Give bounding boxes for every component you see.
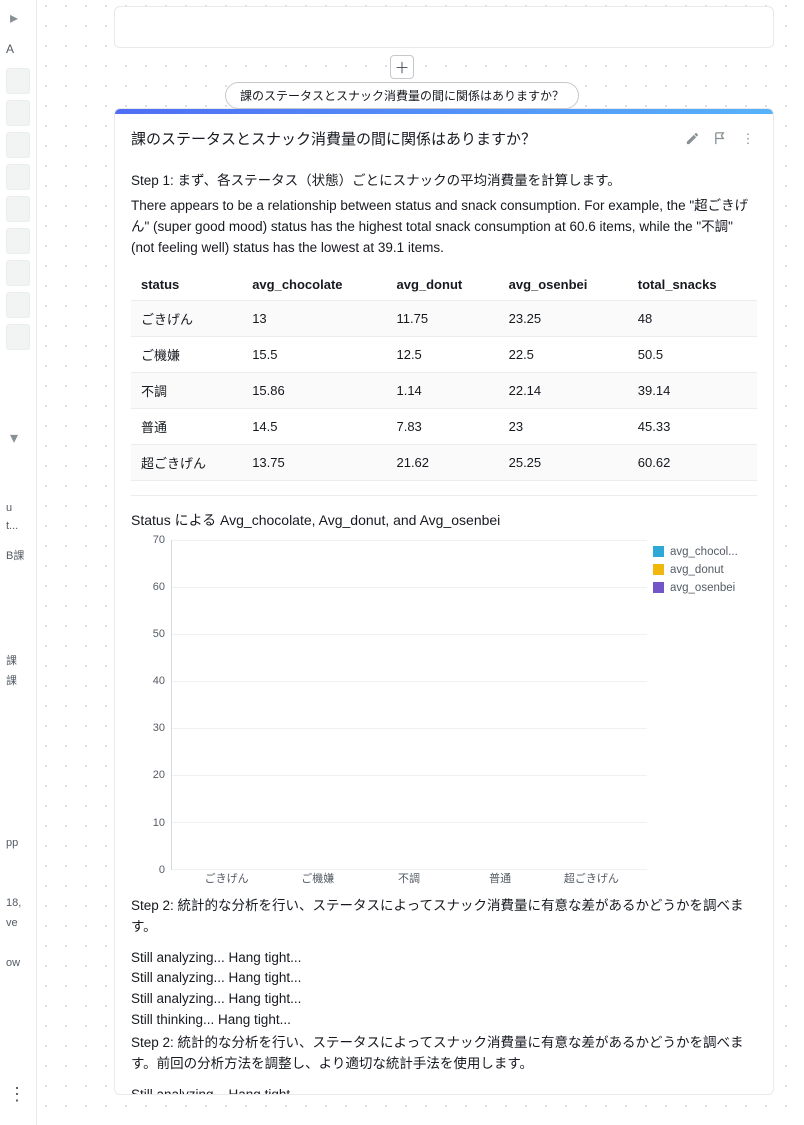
chart-x-axis: ごきげん ご機嫌 不調 普通 超ごきげん	[171, 870, 647, 886]
x-tick-label: 超ごきげん	[559, 870, 623, 886]
step1-heading: Step 1: まず、各ステータス（状態）ごとにスナックの平均消費量を計算します…	[131, 171, 757, 192]
table-cell: 普通	[131, 408, 242, 444]
table-cell: 23.25	[499, 300, 628, 336]
chart-title: Status による Avg_chocolate, Avg_donut, and…	[131, 510, 757, 530]
chart-plot-area	[171, 540, 647, 870]
panel-fragment: ow	[0, 955, 46, 971]
panel-label-a: A	[0, 36, 36, 62]
panel-item[interactable]	[6, 228, 30, 254]
legend-item: avg_donut	[653, 564, 757, 576]
table-cell: 15.5	[242, 336, 386, 372]
chart-y-axis: 010203040506070	[131, 540, 171, 870]
panel-item[interactable]	[6, 196, 30, 222]
table-cell: ご機嫌	[131, 336, 242, 372]
table-cell: 45.33	[628, 408, 757, 444]
legend-item: avg_osenbei	[653, 582, 757, 594]
progress-line: Still analyzing... Hang tight...	[131, 1085, 757, 1094]
x-tick-label: ご機嫌	[286, 870, 350, 886]
step2b-text: Step 2: 統計的な分析を行い、ステータスによってスナック消費量に有意な差が…	[131, 1033, 757, 1075]
panel-fragment: B課	[0, 545, 46, 565]
chart-container: Status による Avg_chocolate, Avg_donut, and…	[131, 495, 757, 886]
left-side-panel: ▸ A ▾ u t... B課 課 課 pp 18, ve ow ⋮	[0, 0, 37, 1125]
step2-text: Step 2: 統計的な分析を行い、ステータスによってスナック消費量に有意な差が…	[131, 896, 757, 938]
panel-fragment: 18,	[0, 895, 46, 911]
previous-card-outline	[114, 6, 774, 48]
legend-item: avg_chocol...	[653, 546, 757, 558]
panel-fragment: pp	[0, 835, 46, 851]
table-header: avg_osenbei	[499, 269, 628, 301]
card-title: 課のステータスとスナック消費量の間に関係はありますか？	[131, 128, 673, 149]
table-cell: 不調	[131, 372, 242, 408]
table-header: avg_donut	[386, 269, 498, 301]
panel-fragment: 課	[0, 650, 46, 670]
table-cell: 12.5	[386, 336, 498, 372]
table-row: 不調15.861.1422.1439.14	[131, 372, 757, 408]
table-row: ご機嫌15.512.522.550.5	[131, 336, 757, 372]
table-cell: 21.62	[386, 444, 498, 480]
table-cell: 60.62	[628, 444, 757, 480]
table-row: 普通14.57.832345.33	[131, 408, 757, 444]
progress-line: Still analyzing... Hang tight...	[131, 948, 757, 969]
panel-fragment: ve	[0, 915, 46, 931]
flag-icon[interactable]	[711, 130, 729, 148]
table-cell: 7.83	[386, 408, 498, 444]
panel-fragment: u	[0, 500, 46, 516]
panel-item[interactable]	[6, 100, 30, 126]
summary-table: statusavg_chocolateavg_donutavg_osenbeit…	[131, 269, 757, 481]
analysis-card: 課のステータスとスナック消費量の間に関係はありますか？ ⋮ Step 1: まず…	[114, 108, 774, 1095]
table-cell: 11.75	[386, 300, 498, 336]
table-cell: ごきげん	[131, 300, 242, 336]
table-cell: 50.5	[628, 336, 757, 372]
progress-line: Still analyzing... Hang tight...	[131, 989, 757, 1010]
panel-fragment: 課	[0, 670, 46, 690]
panel-item[interactable]	[6, 132, 30, 158]
table-cell: 1.14	[386, 372, 498, 408]
x-tick-label: 不調	[377, 870, 441, 886]
collapse-down-icon[interactable]: ▾	[0, 420, 28, 456]
table-row: 超ごきげん13.7521.6225.2560.62	[131, 444, 757, 480]
table-cell: 22.14	[499, 372, 628, 408]
table-header: avg_chocolate	[242, 269, 386, 301]
more-menu-icon[interactable]: ⋮	[0, 1084, 36, 1105]
panel-item[interactable]	[6, 324, 30, 350]
chart-legend: avg_chocol... avg_donut avg_osenbei	[653, 546, 757, 600]
table-cell: 14.5	[242, 408, 386, 444]
table-cell: 23	[499, 408, 628, 444]
step1-explanation: There appears to be a relationship betwe…	[131, 196, 757, 259]
table-cell: 15.86	[242, 372, 386, 408]
table-cell: 超ごきげん	[131, 444, 242, 480]
panel-item[interactable]	[6, 164, 30, 190]
table-cell: 25.25	[499, 444, 628, 480]
table-header: status	[131, 269, 242, 301]
table-cell: 13.75	[242, 444, 386, 480]
panel-item[interactable]	[6, 68, 30, 94]
kebab-menu-icon[interactable]: ⋮	[739, 130, 757, 148]
table-row: ごきげん1311.7523.2548	[131, 300, 757, 336]
table-cell: 22.5	[499, 336, 628, 372]
table-cell: 13	[242, 300, 386, 336]
table-cell: 48	[628, 300, 757, 336]
collapse-right-icon[interactable]: ▸	[0, 0, 36, 36]
x-tick-label: 普通	[468, 870, 532, 886]
edit-icon[interactable]	[683, 130, 701, 148]
progress-lines: Still analyzing... Hang tight...Still an…	[131, 948, 757, 1032]
table-header: total_snacks	[628, 269, 757, 301]
panel-item[interactable]	[6, 260, 30, 286]
progress-line: Still thinking... Hang tight...	[131, 1010, 757, 1031]
panel-fragment: t...	[0, 518, 46, 534]
progress-line: Still analyzing... Hang tight...	[131, 968, 757, 989]
x-tick-label: ごきげん	[195, 870, 259, 886]
query-pill[interactable]: 課のステータスとスナック消費量の間に関係はありますか？	[225, 82, 579, 109]
panel-item[interactable]	[6, 292, 30, 318]
add-block-button[interactable]: ＋	[390, 55, 414, 79]
table-cell: 39.14	[628, 372, 757, 408]
